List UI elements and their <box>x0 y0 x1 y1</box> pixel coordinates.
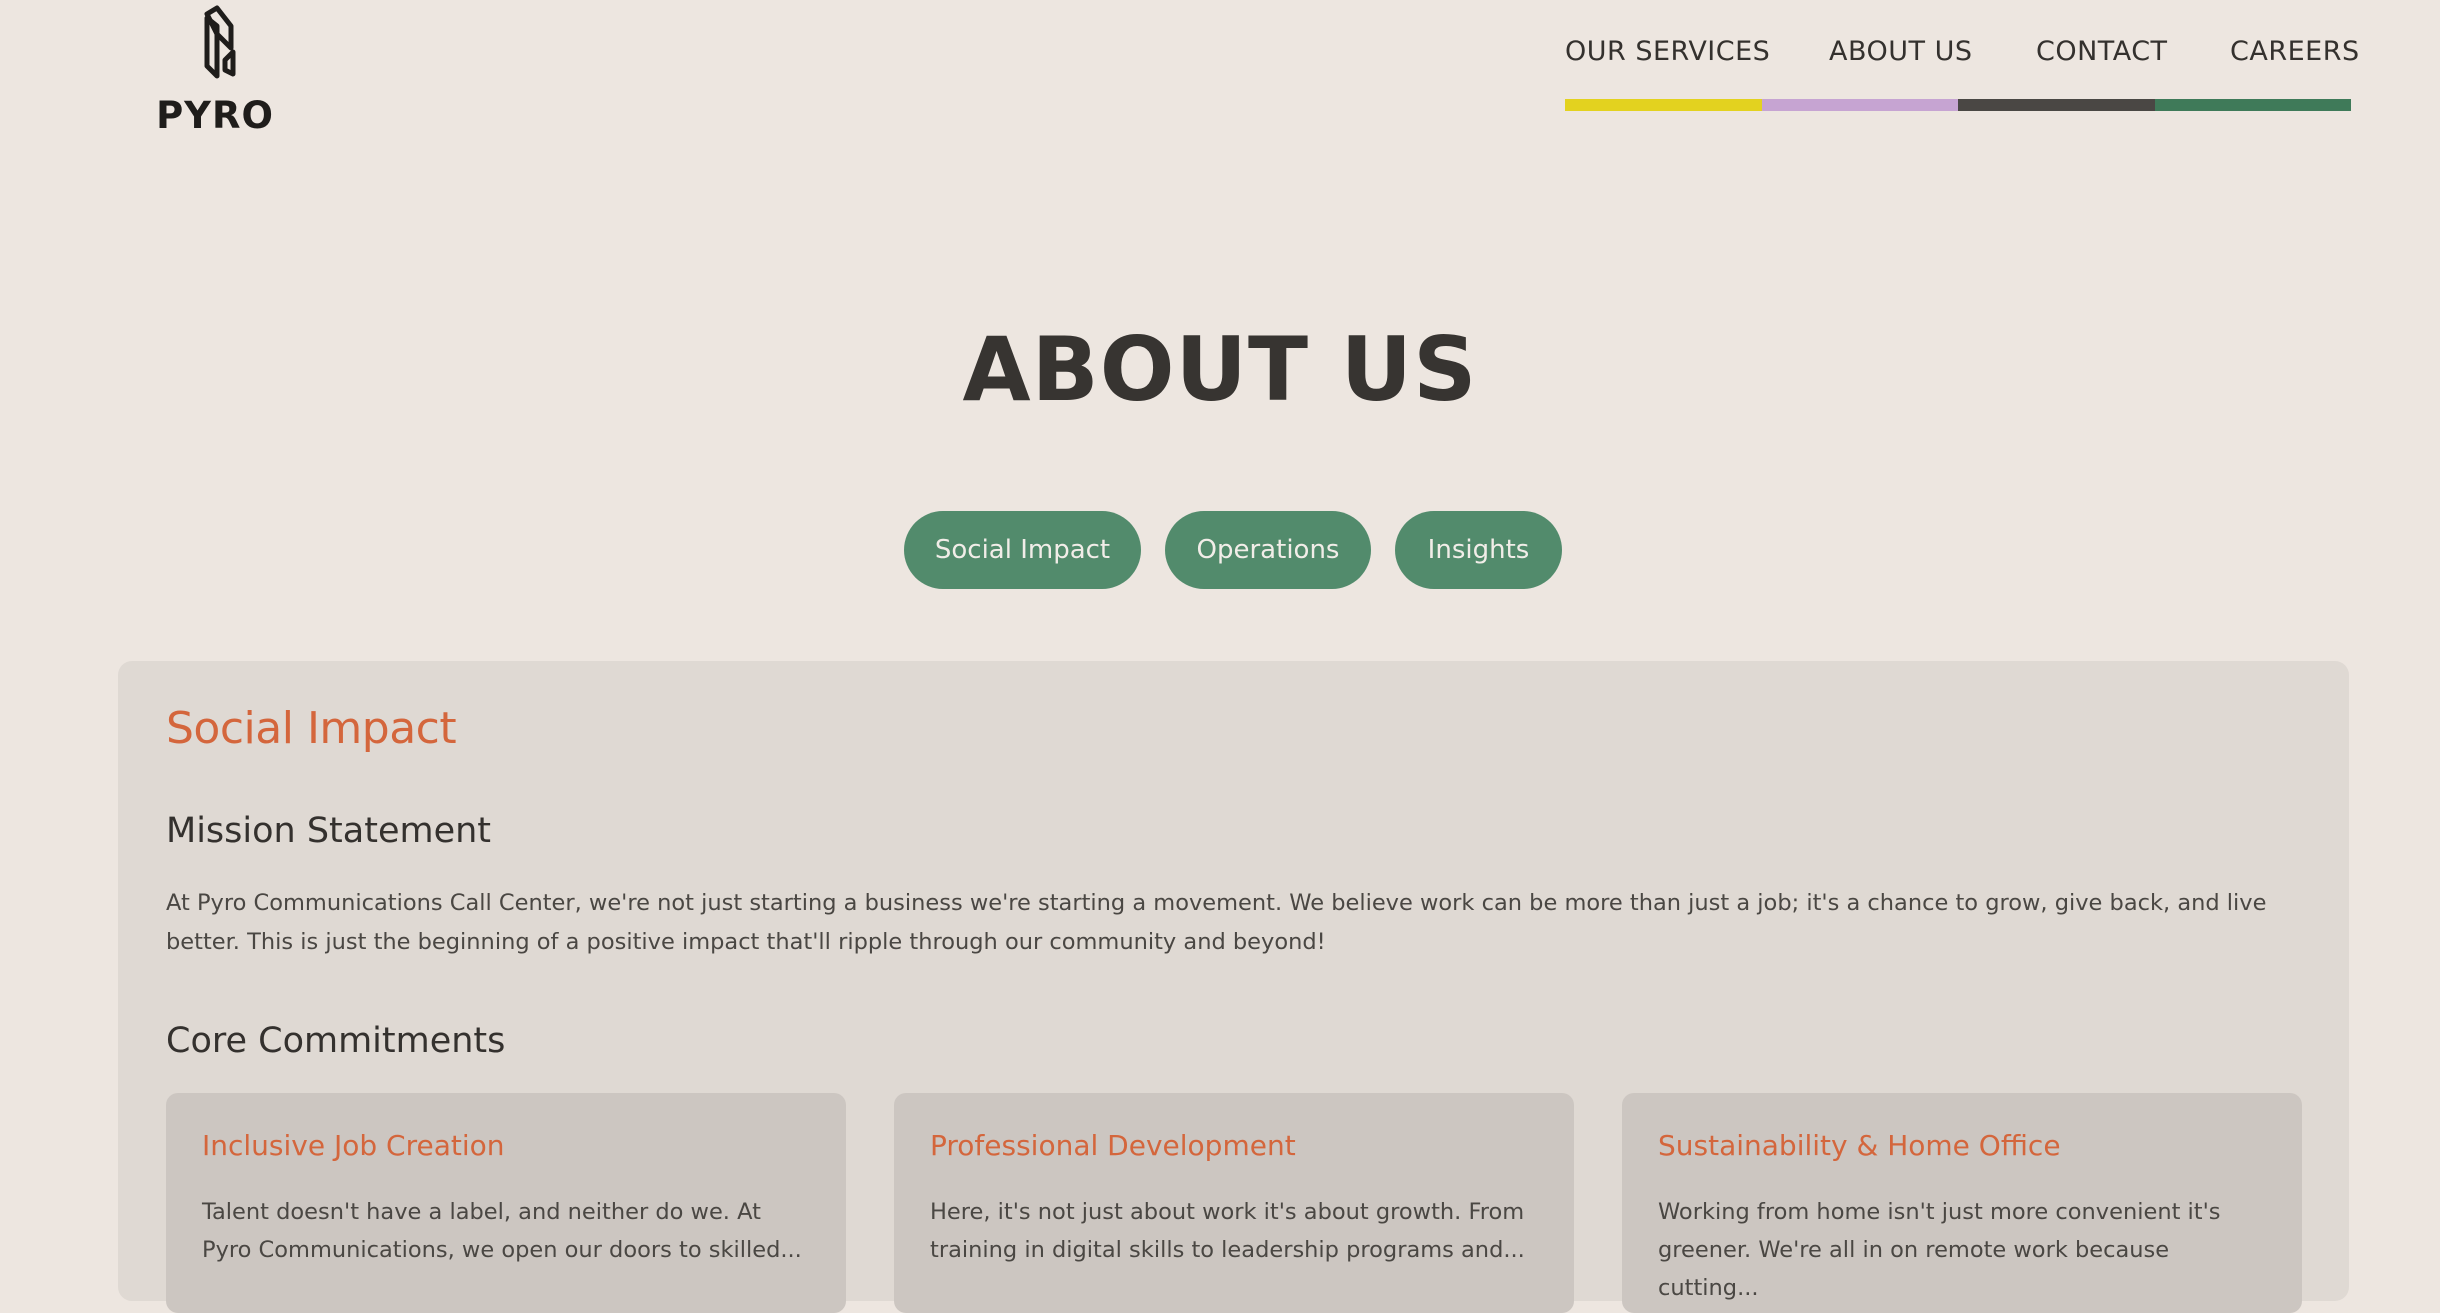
tab-insights[interactable]: Insights <box>1395 511 1562 589</box>
site-header: PYRO OUR SERVICES ABOUT US CONTACT CAREE… <box>0 0 2440 140</box>
nav-item-our-services[interactable]: OUR SERVICES <box>1565 36 1770 67</box>
main-nav: OUR SERVICES ABOUT US CONTACT CAREERS <box>1565 36 2359 112</box>
nav-bar-segment-services <box>1565 99 1762 111</box>
commitment-card: Professional Development Here, it's not … <box>894 1093 1574 1313</box>
content-panel: Social Impact Mission Statement At Pyro … <box>118 661 2349 1313</box>
pyro-logo-icon <box>204 5 236 79</box>
nav-item-careers[interactable]: CAREERS <box>2230 36 2360 67</box>
card-title: Sustainability & Home Office <box>1658 1129 2061 1162</box>
card-text: Here, it's not just about work it's abou… <box>930 1199 1525 1263</box>
nav-items: OUR SERVICES ABOUT US CONTACT CAREERS <box>1565 36 2359 76</box>
commitment-card: Inclusive Job Creation Talent doesn't ha… <box>166 1093 846 1313</box>
commitment-card: Sustainability & Home Office Working fro… <box>1622 1093 2302 1313</box>
brand-logo[interactable]: PYRO <box>155 4 275 137</box>
card-text: Working from home isn't just more conven… <box>1658 1199 2221 1301</box>
tab-social-impact[interactable]: Social Impact <box>904 511 1141 589</box>
nav-bar-segment-contact <box>1958 99 2155 111</box>
mission-text: At Pyro Communications Call Center, we'r… <box>166 890 2267 955</box>
nav-item-about-us[interactable]: ABOUT US <box>1829 36 1973 67</box>
card-text: Talent doesn't have a label, and neither… <box>202 1199 802 1263</box>
nav-bar-segment-about <box>1761 99 1958 111</box>
nav-item-contact[interactable]: CONTACT <box>2036 36 2168 67</box>
card-title: Professional Development <box>930 1129 1296 1162</box>
nav-color-bar <box>1565 99 2351 111</box>
card-title: Inclusive Job Creation <box>202 1129 505 1162</box>
section-title: Social Impact <box>166 703 457 754</box>
mission-heading: Mission Statement <box>166 811 492 851</box>
commitments-heading: Core Commitments <box>166 1021 506 1061</box>
tab-operations[interactable]: Operations <box>1165 511 1371 589</box>
page-title: ABOUT US <box>962 318 1478 421</box>
brand-name: PYRO <box>156 94 274 137</box>
nav-bar-segment-careers <box>2154 99 2351 111</box>
